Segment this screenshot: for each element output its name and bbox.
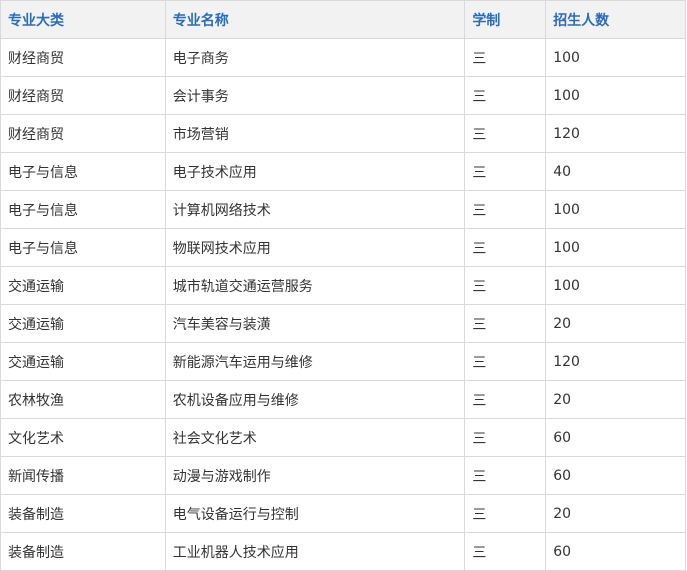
cell-major: 动漫与游戏制作 (164, 456, 466, 495)
cell-major: 电子技术应用 (164, 152, 466, 191)
table-row: 装备制造 电气设备运行与控制 三 20 (0, 494, 686, 533)
cell-major: 新能源汽车运用与维修 (164, 342, 466, 381)
cell-category: 新闻传播 (0, 456, 166, 495)
cell-duration: 三 (464, 532, 547, 571)
table-row: 交通运输 新能源汽车运用与维修 三 120 (0, 342, 686, 381)
table-row: 新闻传播 动漫与游戏制作 三 60 (0, 456, 686, 495)
cell-enrollment: 40 (545, 152, 686, 191)
cell-enrollment: 60 (545, 532, 686, 571)
header-enrollment: 招生人数 (545, 0, 686, 39)
cell-major: 社会文化艺术 (164, 418, 466, 457)
header-major-category: 专业大类 (0, 0, 166, 39)
cell-duration: 三 (464, 456, 547, 495)
table-row: 财经商贸 会计事务 三 100 (0, 76, 686, 115)
cell-category: 交通运输 (0, 342, 166, 381)
cell-major: 汽车美容与装潢 (164, 304, 466, 343)
cell-category: 电子与信息 (0, 190, 166, 229)
cell-duration: 三 (464, 76, 547, 115)
cell-enrollment: 100 (545, 228, 686, 267)
cell-major: 计算机网络技术 (164, 190, 466, 229)
enrollment-table: 专业大类 专业名称 学制 招生人数 财经商贸 电子商务 三 100 财经商贸 会… (0, 0, 686, 571)
cell-major: 会计事务 (164, 76, 466, 115)
cell-duration: 三 (464, 228, 547, 267)
cell-category: 财经商贸 (0, 38, 166, 77)
table-row: 电子与信息 电子技术应用 三 40 (0, 152, 686, 191)
table-row: 电子与信息 计算机网络技术 三 100 (0, 190, 686, 229)
table-row: 装备制造 工业机器人技术应用 三 60 (0, 532, 686, 571)
cell-category: 电子与信息 (0, 152, 166, 191)
cell-enrollment: 20 (545, 380, 686, 419)
cell-duration: 三 (464, 380, 547, 419)
table-row: 电子与信息 物联网技术应用 三 100 (0, 228, 686, 267)
cell-major: 农机设备应用与维修 (164, 380, 466, 419)
table-row: 财经商贸 电子商务 三 100 (0, 38, 686, 77)
cell-enrollment: 20 (545, 304, 686, 343)
cell-duration: 三 (464, 304, 547, 343)
table-row: 财经商贸 市场营销 三 120 (0, 114, 686, 153)
cell-category: 装备制造 (0, 532, 166, 571)
cell-duration: 三 (464, 266, 547, 305)
cell-enrollment: 120 (545, 114, 686, 153)
table-row: 交通运输 汽车美容与装潢 三 20 (0, 304, 686, 343)
cell-enrollment: 100 (545, 76, 686, 115)
header-row: 专业大类 专业名称 学制 招生人数 (0, 0, 686, 39)
cell-enrollment: 100 (545, 266, 686, 305)
cell-category: 电子与信息 (0, 228, 166, 267)
cell-major: 市场营销 (164, 114, 466, 153)
cell-major: 电子商务 (164, 38, 466, 77)
cell-major: 电气设备运行与控制 (164, 494, 466, 533)
header-duration: 学制 (464, 0, 547, 39)
table-row: 农林牧渔 农机设备应用与维修 三 20 (0, 380, 686, 419)
cell-major: 城市轨道交通运营服务 (164, 266, 466, 305)
cell-duration: 三 (464, 114, 547, 153)
table-header: 专业大类 专业名称 学制 招生人数 (0, 0, 686, 39)
cell-enrollment: 100 (545, 190, 686, 229)
header-major-name: 专业名称 (164, 0, 466, 39)
cell-category: 财经商贸 (0, 114, 166, 153)
cell-major: 工业机器人技术应用 (164, 532, 466, 571)
cell-category: 交通运输 (0, 304, 166, 343)
cell-duration: 三 (464, 342, 547, 381)
cell-duration: 三 (464, 494, 547, 533)
table-row: 交通运输 城市轨道交通运营服务 三 100 (0, 266, 686, 305)
cell-category: 装备制造 (0, 494, 166, 533)
cell-category: 财经商贸 (0, 76, 166, 115)
cell-enrollment: 20 (545, 494, 686, 533)
cell-duration: 三 (464, 190, 547, 229)
cell-enrollment: 60 (545, 456, 686, 495)
cell-category: 文化艺术 (0, 418, 166, 457)
cell-category: 农林牧渔 (0, 380, 166, 419)
cell-enrollment: 120 (545, 342, 686, 381)
cell-major: 物联网技术应用 (164, 228, 466, 267)
cell-duration: 三 (464, 152, 547, 191)
cell-duration: 三 (464, 38, 547, 77)
cell-enrollment: 100 (545, 38, 686, 77)
cell-duration: 三 (464, 418, 547, 457)
cell-enrollment: 60 (545, 418, 686, 457)
cell-category: 交通运输 (0, 266, 166, 305)
table-row: 文化艺术 社会文化艺术 三 60 (0, 418, 686, 457)
table-body: 财经商贸 电子商务 三 100 财经商贸 会计事务 三 100 财经商贸 市场营… (0, 38, 686, 571)
